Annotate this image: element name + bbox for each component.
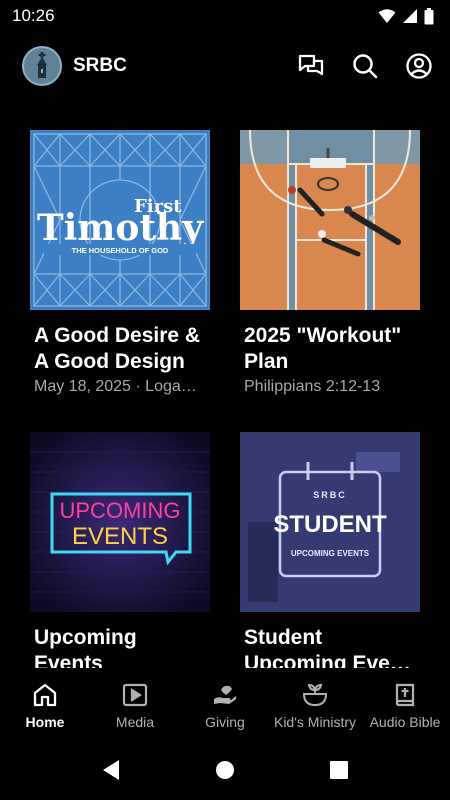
card-title: Student Upcoming Eve… xyxy=(244,626,411,668)
nav-label-kids-ministry: Kid's Ministry xyxy=(273,714,357,730)
nav-item-giving[interactable]: Giving xyxy=(180,668,270,740)
home-circle-icon xyxy=(216,761,234,779)
media-play-icon xyxy=(122,682,148,708)
giving-hand-icon xyxy=(212,682,238,708)
kids-ministry-icon xyxy=(302,682,328,708)
thumb-text-household: THE HOUSEHOLD OF GOD xyxy=(72,246,169,255)
thumb-text-student: STUDENT xyxy=(273,511,387,538)
system-navigation-bar xyxy=(0,740,450,800)
wifi-icon xyxy=(378,9,396,23)
account-circle-icon xyxy=(406,53,432,79)
recents-square-icon xyxy=(330,761,348,779)
battery-icon xyxy=(424,7,434,24)
basketball-court-thumbnail xyxy=(240,130,420,310)
system-home-button[interactable] xyxy=(213,758,237,782)
nav-label-giving: Giving xyxy=(205,714,245,730)
thumb-text-events: EVENTS xyxy=(72,523,168,550)
nav-label-home: Home xyxy=(25,714,65,730)
chat-bubbles-icon xyxy=(298,54,324,76)
cellular-signal-icon xyxy=(403,9,417,23)
church-steeple-icon xyxy=(24,48,60,84)
church-logo-avatar[interactable] xyxy=(22,46,62,86)
search-button[interactable] xyxy=(348,49,382,83)
thumb-text-upcoming-events: UPCOMING EVENTS xyxy=(291,549,370,558)
upcoming-events-neon-thumbnail: UPCOMING EVENTS xyxy=(30,432,210,612)
thumb-text-srbc: SRBC xyxy=(313,490,347,500)
card-title: Upcoming Events xyxy=(34,626,137,668)
app-header: SRBC xyxy=(0,32,450,100)
thumb-text-upcoming: UPCOMING xyxy=(60,498,181,523)
app-title: SRBC xyxy=(73,55,127,76)
card-subtitle: May 18, 2025 · Loga… xyxy=(34,378,197,395)
card-title: A Good Desire & A Good Design xyxy=(34,324,201,373)
nav-item-home[interactable]: Home xyxy=(0,668,90,740)
event-card-student-upcoming-events[interactable]: SRBC STUDENT UPCOMING EVENTS Student Upc… xyxy=(240,432,420,668)
system-back-button[interactable] xyxy=(99,758,123,782)
nav-label-audio-bible: Audio Bible xyxy=(369,714,441,730)
search-icon xyxy=(353,54,378,79)
status-icons xyxy=(378,7,434,25)
status-bar: 10:26 xyxy=(0,0,450,32)
profile-button[interactable] xyxy=(402,49,436,83)
system-recents-button[interactable] xyxy=(327,758,351,782)
messages-button[interactable] xyxy=(294,49,328,83)
bottom-navigation: Home Media Giving Kid's Ministry Audio B… xyxy=(0,668,450,740)
content-grid: First Timothy THE HOUSEHOLD OF GOD A Goo… xyxy=(0,100,450,668)
first-timothy-thumbnail: First Timothy THE HOUSEHOLD OF GOD xyxy=(30,130,210,310)
thumb-text-timothy: Timothy xyxy=(37,207,204,249)
sermon-card-workout-plan[interactable]: 2025 "Workout" Plan Philippians 2:12-13 xyxy=(240,130,420,396)
nav-item-kids-ministry[interactable]: Kid's Ministry xyxy=(270,668,360,740)
nav-item-media[interactable]: Media xyxy=(90,668,180,740)
sermon-card-good-desire[interactable]: First Timothy THE HOUSEHOLD OF GOD A Goo… xyxy=(30,130,210,396)
home-icon xyxy=(32,682,58,708)
bible-icon xyxy=(392,682,418,708)
student-events-thumbnail: SRBC STUDENT UPCOMING EVENTS xyxy=(240,432,420,612)
card-title: 2025 "Workout" Plan xyxy=(244,324,402,373)
card-subtitle: Philippians 2:12-13 xyxy=(244,378,381,395)
nav-item-audio-bible[interactable]: Audio Bible xyxy=(360,668,450,740)
status-time: 10:26 xyxy=(12,6,55,25)
back-triangle-icon xyxy=(103,760,119,780)
event-card-upcoming-events[interactable]: UPCOMING EVENTS Upcoming Events xyxy=(30,432,210,668)
header-actions xyxy=(294,49,436,83)
nav-label-media: Media xyxy=(115,714,155,730)
